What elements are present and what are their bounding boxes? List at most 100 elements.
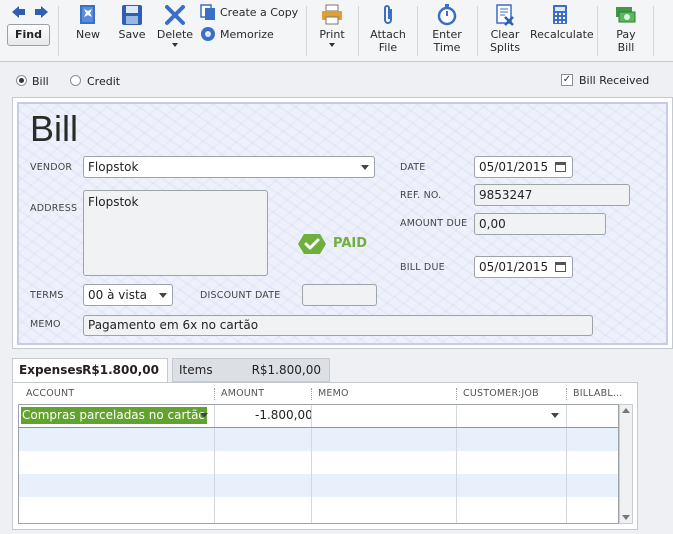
date-label: DATE (400, 162, 426, 173)
print-button[interactable]: Print (316, 4, 348, 47)
grid-scrollbar[interactable] (619, 404, 633, 524)
pay-bill-money-icon (616, 7, 636, 23)
vendor-dropdown[interactable]: Flopstok (83, 156, 375, 178)
attach-file-label-2: File (378, 41, 398, 54)
amount-due-value: 0,00 (479, 217, 506, 231)
recalculate-button[interactable]: Recalculate (530, 4, 594, 41)
find-button[interactable]: Find (7, 24, 50, 46)
copy-icon (200, 4, 215, 20)
calendar-icon[interactable] (555, 162, 566, 172)
calendar-icon[interactable] (555, 262, 566, 272)
enter-time-label-1: Enter (432, 28, 462, 41)
terms-value: 00 à vista (88, 288, 147, 302)
column-header-customer-job[interactable]: CUSTOMER:JOB (463, 388, 539, 399)
memo-field[interactable]: Pagamento em 6x no cartão (83, 315, 593, 336)
column-header-memo[interactable]: MEMO (318, 388, 349, 399)
memo-value: Pagamento em 6x no cartão (88, 318, 259, 332)
enter-time-button[interactable]: Enter Time (427, 4, 467, 54)
column-divider[interactable] (456, 388, 457, 400)
toolbar-separator (597, 6, 598, 56)
tab-items[interactable]: Items R$1.800,00 (172, 358, 330, 382)
clear-splits-label-1: Clear (490, 28, 520, 41)
chevron-down-icon (361, 165, 369, 170)
tab-expenses[interactable]: Expenses -R$1.800,00 (12, 358, 168, 383)
ref-no-field[interactable]: 9853247 (474, 184, 630, 206)
memorize-icon (201, 27, 215, 41)
clear-splits-button[interactable]: Clear Splits (486, 4, 524, 54)
prev-next-arrows-icon[interactable] (10, 5, 50, 19)
table-row[interactable] (19, 474, 618, 497)
account-cell[interactable]: Compras parceladas no cartão (21, 407, 207, 424)
recalculate-label: Recalculate (530, 28, 594, 41)
amount-due-field[interactable]: 0,00 (474, 213, 606, 235)
table-row[interactable] (19, 497, 618, 523)
column-header-account[interactable]: ACCOUNT (26, 388, 74, 399)
toolbar-separator (306, 6, 307, 56)
column-header-amount[interactable]: AMOUNT (221, 388, 264, 399)
address-field[interactable]: Flopstok (83, 190, 268, 276)
column-line (311, 405, 312, 523)
table-row[interactable]: Compras parceladas no cartão -1.800,00 (19, 405, 618, 428)
toolbar-separator (358, 6, 359, 56)
credit-radio-label: Credit (87, 75, 121, 88)
bill-due-field[interactable]: 05/01/2015 (474, 256, 573, 278)
new-label: New (76, 28, 100, 41)
toolbar: Find New Save Delete Create a Copy Memor… (0, 0, 673, 62)
bill-radio[interactable] (16, 75, 27, 86)
new-document-icon (80, 5, 95, 24)
address-value: Flopstok (88, 195, 139, 209)
save-disk-icon (122, 5, 142, 25)
tab-items-amount: R$1.800,00 (251, 363, 321, 377)
terms-label: TERMS (30, 290, 64, 301)
save-button[interactable]: Save (114, 4, 150, 41)
bill-due-value: 05/01/2015 (479, 260, 549, 274)
table-row[interactable] (19, 428, 618, 451)
discount-date-field[interactable] (302, 284, 377, 306)
printer-icon (322, 4, 342, 25)
discount-date-label: DISCOUNT DATE (200, 290, 281, 301)
table-row[interactable] (19, 451, 618, 474)
column-divider[interactable] (566, 388, 567, 400)
save-label: Save (118, 28, 146, 41)
bill-received-checkbox[interactable]: ✓ (561, 74, 573, 86)
column-header-billable[interactable]: BILLABL... (573, 388, 623, 399)
attach-file-button[interactable]: Attach File (368, 4, 408, 54)
new-button[interactable]: New (70, 4, 106, 41)
attach-file-label-1: Attach (370, 28, 406, 41)
terms-dropdown[interactable]: 00 à vista (83, 284, 173, 306)
credit-radio[interactable] (70, 75, 81, 86)
expenses-table: Compras parceladas no cartão -1.800,00 (18, 404, 619, 524)
row-divider (19, 427, 618, 428)
check-circle-icon (298, 234, 326, 254)
paid-text: PAID (333, 236, 368, 251)
delete-button[interactable]: Delete (156, 4, 194, 47)
pay-bill-label-2: Bill (617, 41, 635, 54)
page-title: Bill (30, 108, 79, 149)
pay-bill-button[interactable]: Pay Bill (607, 4, 645, 54)
enter-time-label-2: Time (433, 41, 461, 54)
column-line (214, 405, 215, 523)
scroll-down-icon[interactable] (622, 515, 630, 520)
tab-expenses-amount: -R$1.800,00 (77, 363, 159, 377)
column-line (566, 405, 567, 523)
toolbar-separator (58, 6, 59, 56)
amount-due-label: AMOUNT DUE (400, 218, 468, 229)
bill-mode-row: Bill Credit ✓ Bill Received (0, 68, 673, 92)
stopwatch-icon (437, 4, 457, 26)
vendor-label: VENDOR (30, 162, 73, 173)
toolbar-separator (417, 6, 418, 56)
print-label: Print (319, 28, 345, 41)
chevron-down-icon[interactable] (200, 413, 208, 418)
column-divider[interactable] (214, 388, 215, 400)
memo-label: MEMO (30, 319, 61, 330)
clear-splits-icon (496, 4, 514, 26)
bill-received-label: Bill Received (579, 74, 650, 87)
print-dropdown-icon (329, 43, 335, 47)
column-line (456, 405, 457, 523)
vendor-value: Flopstok (88, 160, 139, 174)
column-divider[interactable] (311, 388, 312, 400)
date-field[interactable]: 05/01/2015 (474, 156, 573, 178)
chevron-down-icon[interactable] (551, 413, 559, 418)
amount-cell[interactable]: -1.800,00 (255, 408, 313, 422)
scroll-up-icon[interactable] (622, 408, 630, 413)
